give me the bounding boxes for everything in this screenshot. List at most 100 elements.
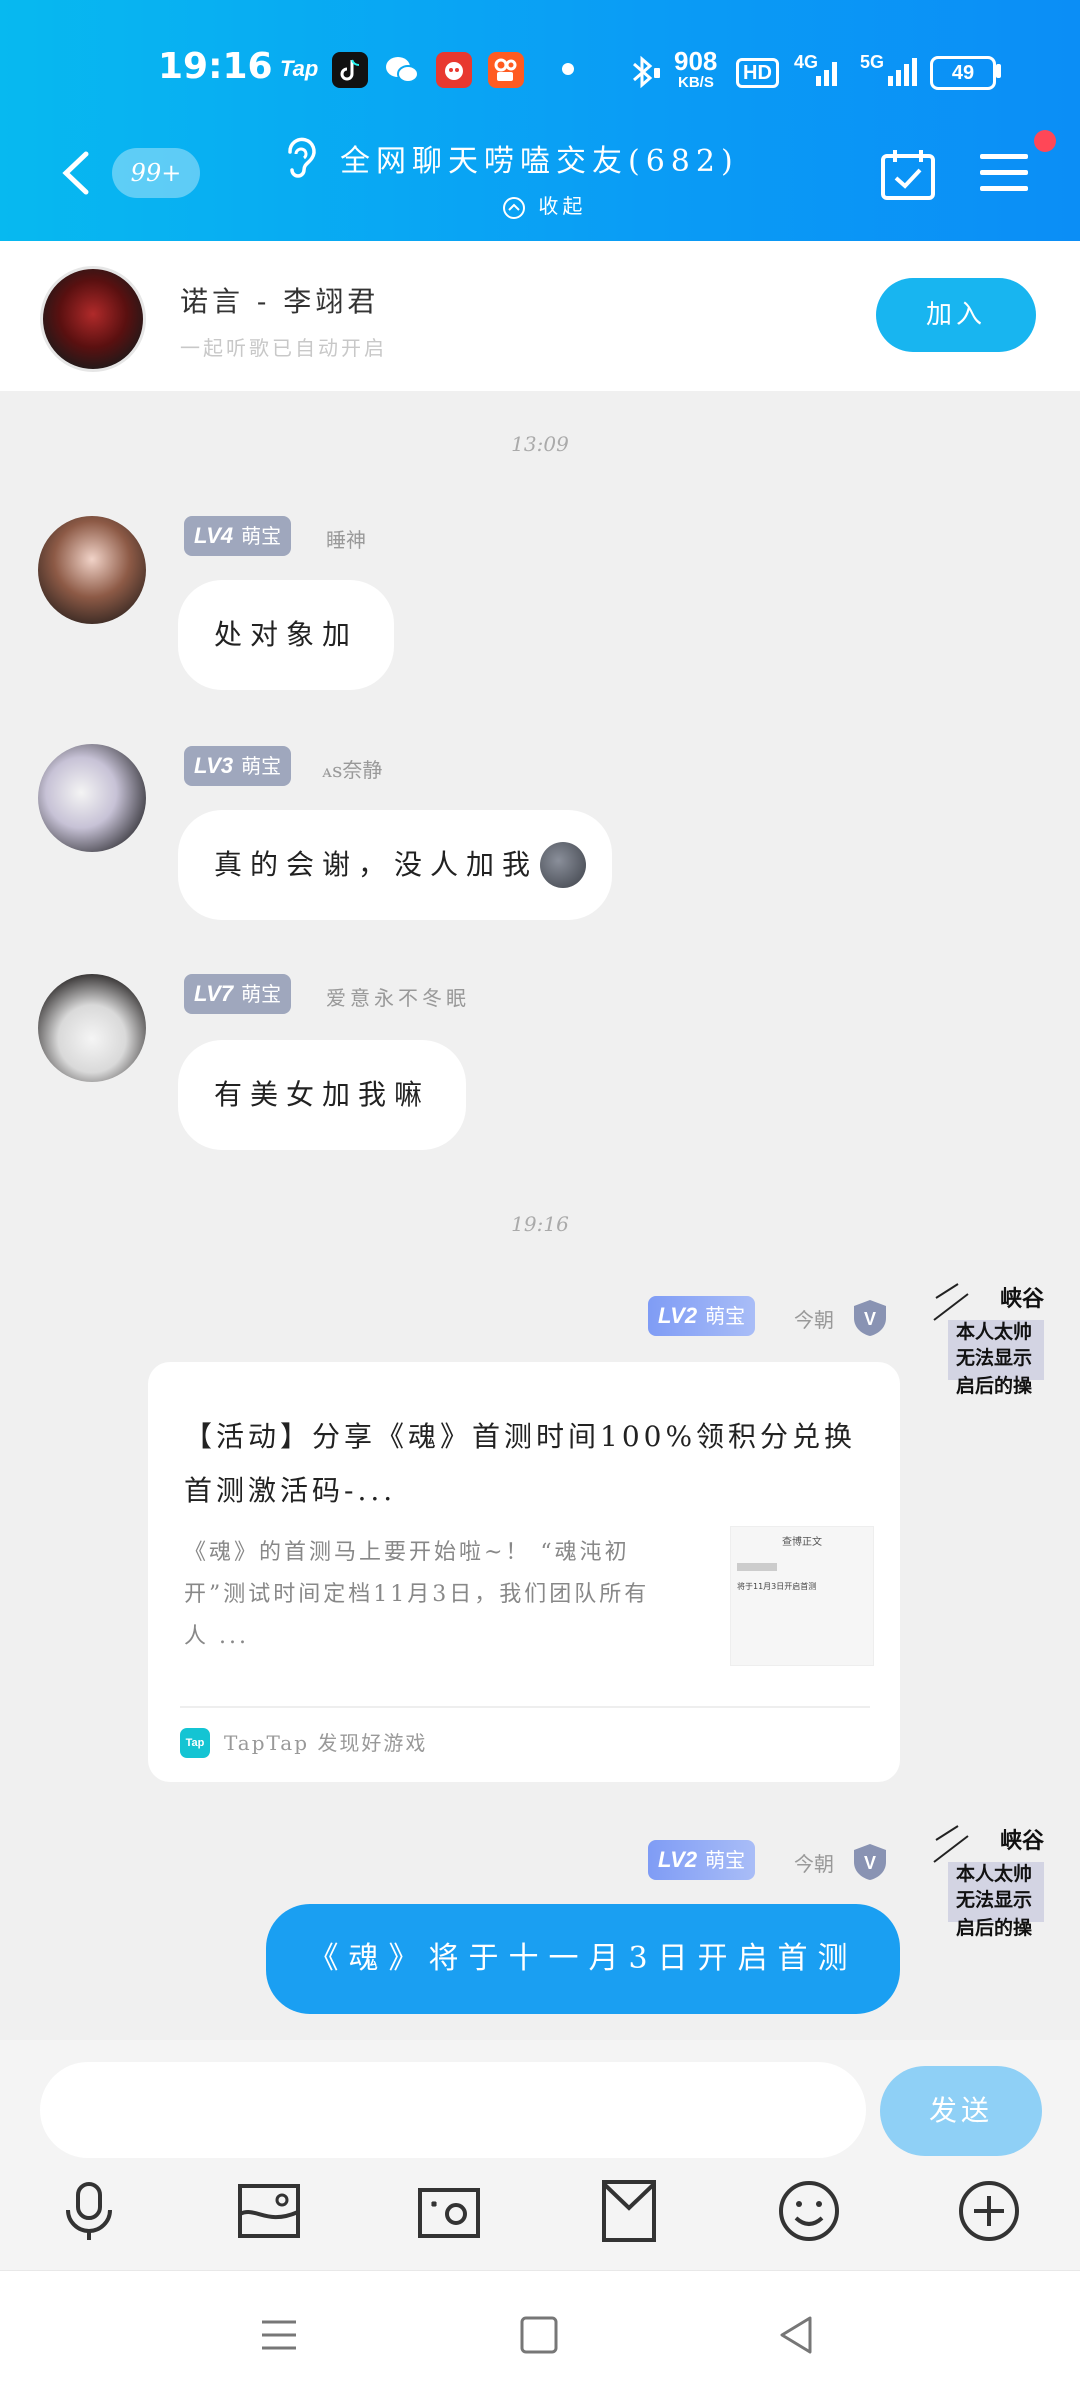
thumbnail-title: 查博正文 [782,1537,822,1548]
message-bubble[interactable]: 真的会谢，没人加我 [178,810,613,920]
level-label: LV3 [194,753,234,778]
checkin-calendar-button[interactable] [880,148,936,200]
collapse-label: 收起 [538,194,587,218]
back-button[interactable] [56,148,96,198]
rank-label: 萌宝 [241,524,282,548]
hd-icon: HD [736,58,779,88]
level-label: LV4 [194,523,234,548]
share-divider [180,1706,870,1708]
music-subtitle: 一起听歌已自动开启 [180,336,387,360]
home-button[interactable] [514,2310,564,2360]
message-input[interactable] [40,2062,866,2158]
avatar[interactable] [38,744,146,852]
pinduoduo-app-icon [436,52,472,88]
share-thumbnail: 查博正文 将于11月3日开启首测 [730,1526,874,1666]
music-cover[interactable] [40,266,146,372]
camera-icon [418,2188,480,2238]
emoji-icon [779,2181,839,2241]
signal-icon-1 [796,54,842,92]
moon-emoji-icon [540,842,587,888]
self-nickname[interactable]: 今朝 [794,1304,834,1333]
svg-text:峡谷: 峡谷 [1000,1286,1045,1312]
share-source: TapTap 发现好游戏 [224,1731,428,1755]
self-nickname[interactable]: 今朝 [794,1848,834,1877]
signal-icon-2 [866,54,918,92]
message-text: 真的会谢，没人加我 [214,848,539,881]
back-icon [62,151,89,195]
rank-label: 萌宝 [241,754,282,778]
level-label: LV2 [658,1847,698,1872]
battery-tip [996,64,1001,78]
image-button[interactable] [236,2178,302,2244]
vip-shield-icon: V [850,1298,890,1342]
wechat-app-icon [384,52,420,88]
net-speed: 908 [674,46,718,76]
svg-text:V: V [864,1853,876,1873]
home-square-icon [520,2316,558,2354]
redpacket-icon [602,2180,656,2242]
nickname[interactable]: 爱意永不冬眠 [326,982,470,1011]
svg-text:无法显示: 无法显示 [956,1888,1032,1911]
avatar[interactable] [38,974,146,1082]
kuaishou-app-icon [488,52,524,88]
self-avatar-sticker[interactable]: 峡谷 本人太帅 无法显示 启后的操 [928,1280,1058,1404]
collapse-toggle[interactable]: 收起 [502,190,586,220]
svg-text:V: V [864,1309,876,1329]
send-button[interactable]: 发送 [880,2066,1042,2156]
share-description: 《魂》的首测马上要开始啦~！ “魂沌初开”测试时间定档11月3日，我们团队所有人… [184,1540,650,1649]
emoji-button[interactable] [776,2178,842,2244]
recents-button[interactable] [254,2310,304,2360]
camera-button[interactable] [416,2178,482,2244]
tap-app-icon: Tap [280,56,319,81]
svg-text:本人太帅: 本人太帅 [956,1320,1032,1343]
svg-text:启后的操: 启后的操 [956,1916,1033,1939]
thumbnail-line: 将于11月3日开启首测 [737,1582,817,1591]
battery-level: 49 [951,62,975,84]
system-back-button[interactable] [772,2310,822,2360]
ear-icon[interactable] [282,136,318,182]
rank-label: 萌宝 [705,1304,746,1328]
status-time: 19:16 [158,46,273,87]
rank-label: 萌宝 [705,1848,746,1872]
tiktok-app-icon [332,52,368,88]
voice-button[interactable] [56,2178,122,2244]
more-button[interactable] [956,2178,1022,2244]
message-bubble[interactable]: 有美女加我嘛 [178,1040,467,1150]
plus-icon [959,2181,1019,2241]
self-level-badge: LV2 萌宝 [648,1840,756,1880]
self-level-badge: LV2 萌宝 [648,1296,756,1336]
unread-badge[interactable]: 99+ [112,148,200,198]
timestamp: 13:09 [511,432,569,456]
thumbnail-block [737,1563,777,1571]
svg-text:启后的操: 启后的操 [956,1374,1033,1397]
image-icon [238,2184,300,2238]
triangle-back-icon [780,2316,812,2354]
notification-dot-icon [562,63,574,75]
menu-button[interactable] [976,150,1032,196]
red-packet-button[interactable] [596,2178,662,2244]
level-badge: LV7 萌宝 [184,974,292,1014]
self-avatar-sticker[interactable]: 峡谷 本人太帅 无法显示 启后的操 [928,1822,1058,1946]
taptap-logo: Tap [180,1728,210,1758]
nickname[interactable]: ꭺs奈静 [322,754,382,783]
menu-notification-dot [1034,130,1056,152]
nickname[interactable]: 睡神 [326,524,366,553]
chevron-up-icon [503,196,525,219]
music-title: 诺言 - 李翊君 [180,285,380,318]
message-bubble[interactable]: 处对象加 [178,580,395,690]
net-speed-unit: KB/S [678,74,714,91]
level-badge: LV3 萌宝 [184,746,292,786]
my-message-bubble[interactable]: 《魂》将于十一月3日开启首测 [266,1904,900,2014]
recents-icon [262,2320,296,2350]
vip-shield-icon: V [850,1842,890,1886]
level-badge: LV4 萌宝 [184,516,292,556]
battery-icon: 49 [930,56,996,90]
rank-label: 萌宝 [241,982,282,1006]
svg-text:峡谷: 峡谷 [1000,1828,1045,1854]
avatar[interactable] [38,516,146,624]
microphone-icon [66,2182,112,2240]
timestamp: 19:16 [511,1212,569,1236]
svg-text:本人太帅: 本人太帅 [956,1862,1032,1885]
share-card[interactable]: 【活动】分享《魂》首测时间100%领积分兑换首测激活码-... 《魂》的首测马上… [148,1362,900,1782]
join-listen-button[interactable]: 加入 [876,278,1036,352]
